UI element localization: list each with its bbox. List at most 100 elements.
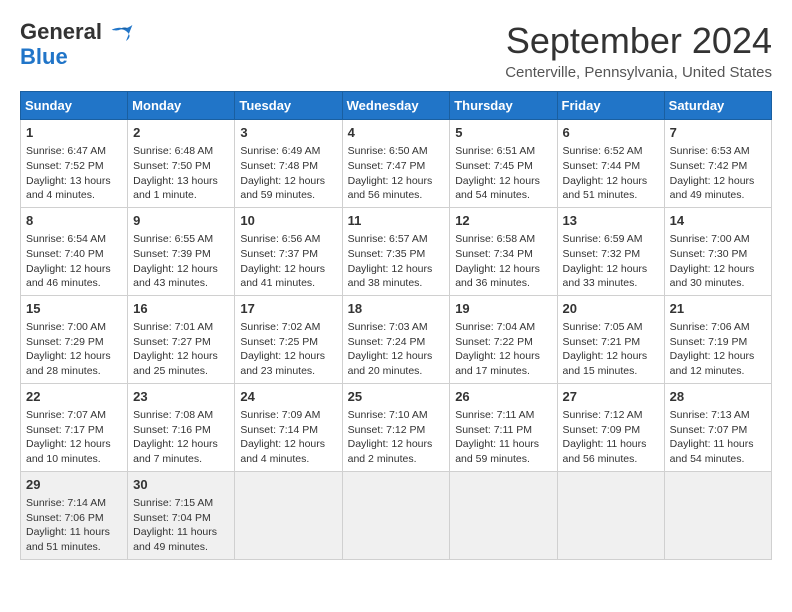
sunrise: Sunrise: 7:14 AM (26, 496, 122, 511)
day-number: 5 (455, 124, 551, 142)
sunrise: Sunrise: 6:56 AM (240, 232, 336, 247)
day-number: 20 (563, 300, 659, 318)
sunset: and 30 minutes. (670, 276, 766, 291)
daylight-hours: Daylight: 12 hours (455, 262, 551, 277)
sunset: Sunset: 7:19 PM (670, 335, 766, 350)
sunset: and 10 minutes. (26, 452, 122, 467)
calendar-week-row: 8Sunrise: 6:54 AMSunset: 7:40 PMDaylight… (21, 207, 772, 295)
daylight-hours: Daylight: 12 hours (348, 262, 445, 277)
day-number: 9 (133, 212, 229, 230)
daylight-hours: Daylight: 12 hours (133, 349, 229, 364)
calendar-cell: 17Sunrise: 7:02 AMSunset: 7:25 PMDayligh… (235, 295, 342, 383)
sunset: and 12 minutes. (670, 364, 766, 379)
sunset: and 23 minutes. (240, 364, 336, 379)
day-number: 28 (670, 388, 766, 406)
day-number: 27 (563, 388, 659, 406)
daylight-hours: Daylight: 12 hours (670, 174, 766, 189)
day-number: 6 (563, 124, 659, 142)
sunrise: Sunrise: 6:48 AM (133, 144, 229, 159)
sunset: Sunset: 7:25 PM (240, 335, 336, 350)
daylight-hours: Daylight: 12 hours (348, 174, 445, 189)
sunset: and 41 minutes. (240, 276, 336, 291)
calendar-cell (235, 471, 342, 559)
calendar-cell: 10Sunrise: 6:56 AMSunset: 7:37 PMDayligh… (235, 207, 342, 295)
sunset: Sunset: 7:30 PM (670, 247, 766, 262)
sunrise: Sunrise: 7:02 AM (240, 320, 336, 335)
sunset: Sunset: 7:42 PM (670, 159, 766, 174)
calendar-cell: 29Sunrise: 7:14 AMSunset: 7:06 PMDayligh… (21, 471, 128, 559)
daylight-hours: Daylight: 12 hours (455, 349, 551, 364)
daylight-hours: Daylight: 12 hours (670, 349, 766, 364)
sunset: Sunset: 7:04 PM (133, 511, 229, 526)
day-number: 25 (348, 388, 445, 406)
sunset: Sunset: 7:07 PM (670, 423, 766, 438)
sunset: Sunset: 7:45 PM (455, 159, 551, 174)
sunrise: Sunrise: 7:00 AM (26, 320, 122, 335)
sunrise: Sunrise: 6:57 AM (348, 232, 445, 247)
sunrise: Sunrise: 6:58 AM (455, 232, 551, 247)
day-number: 16 (133, 300, 229, 318)
sunset: and 49 minutes. (133, 540, 229, 555)
day-number: 21 (670, 300, 766, 318)
calendar-header-thursday: Thursday (450, 92, 557, 120)
sunset: and 2 minutes. (348, 452, 445, 467)
calendar-cell: 2Sunrise: 6:48 AMSunset: 7:50 PMDaylight… (128, 120, 235, 208)
sunset: Sunset: 7:29 PM (26, 335, 122, 350)
sunset: Sunset: 7:39 PM (133, 247, 229, 262)
sunset: Sunset: 7:14 PM (240, 423, 336, 438)
calendar-header-friday: Friday (557, 92, 664, 120)
logo-text: General (20, 20, 134, 44)
calendar-cell (557, 471, 664, 559)
day-number: 23 (133, 388, 229, 406)
day-number: 11 (348, 212, 445, 230)
day-number: 3 (240, 124, 336, 142)
calendar-week-row: 1Sunrise: 6:47 AMSunset: 7:52 PMDaylight… (21, 120, 772, 208)
sunset: Sunset: 7:09 PM (563, 423, 659, 438)
calendar-cell: 25Sunrise: 7:10 AMSunset: 7:12 PMDayligh… (342, 383, 450, 471)
sunset: Sunset: 7:52 PM (26, 159, 122, 174)
calendar-cell: 28Sunrise: 7:13 AMSunset: 7:07 PMDayligh… (664, 383, 771, 471)
calendar-cell (342, 471, 450, 559)
calendar-table: SundayMondayTuesdayWednesdayThursdayFrid… (20, 91, 772, 560)
calendar-cell: 30Sunrise: 7:15 AMSunset: 7:04 PMDayligh… (128, 471, 235, 559)
sunrise: Sunrise: 7:15 AM (133, 496, 229, 511)
sunset: and 17 minutes. (455, 364, 551, 379)
sunrise: Sunrise: 6:53 AM (670, 144, 766, 159)
daylight-hours: Daylight: 12 hours (563, 262, 659, 277)
day-number: 22 (26, 388, 122, 406)
daylight-hours: Daylight: 12 hours (455, 174, 551, 189)
calendar-week-row: 15Sunrise: 7:00 AMSunset: 7:29 PMDayligh… (21, 295, 772, 383)
sunrise: Sunrise: 7:10 AM (348, 408, 445, 423)
calendar-cell: 8Sunrise: 6:54 AMSunset: 7:40 PMDaylight… (21, 207, 128, 295)
sunset: and 4 minutes. (240, 452, 336, 467)
sunset: and 56 minutes. (348, 188, 445, 203)
calendar-cell: 18Sunrise: 7:03 AMSunset: 7:24 PMDayligh… (342, 295, 450, 383)
sunset: and 43 minutes. (133, 276, 229, 291)
daylight-hours: Daylight: 11 hours (455, 437, 551, 452)
calendar-cell: 24Sunrise: 7:09 AMSunset: 7:14 PMDayligh… (235, 383, 342, 471)
daylight-hours: Daylight: 12 hours (240, 437, 336, 452)
sunset: and 59 minutes. (455, 452, 551, 467)
sunset: and 33 minutes. (563, 276, 659, 291)
calendar-cell (664, 471, 771, 559)
calendar-cell: 23Sunrise: 7:08 AMSunset: 7:16 PMDayligh… (128, 383, 235, 471)
sunset: Sunset: 7:47 PM (348, 159, 445, 174)
sunrise: Sunrise: 7:09 AM (240, 408, 336, 423)
daylight-hours: Daylight: 11 hours (670, 437, 766, 452)
daylight-hours: Daylight: 13 hours (133, 174, 229, 189)
sunrise: Sunrise: 7:12 AM (563, 408, 659, 423)
sunset: and 56 minutes. (563, 452, 659, 467)
sunrise: Sunrise: 7:08 AM (133, 408, 229, 423)
daylight-hours: Daylight: 12 hours (348, 349, 445, 364)
sunrise: Sunrise: 7:01 AM (133, 320, 229, 335)
daylight-hours: Daylight: 12 hours (670, 262, 766, 277)
daylight-hours: Daylight: 11 hours (26, 525, 122, 540)
sunset: and 51 minutes. (26, 540, 122, 555)
day-number: 14 (670, 212, 766, 230)
calendar-cell: 15Sunrise: 7:00 AMSunset: 7:29 PMDayligh… (21, 295, 128, 383)
sunrise: Sunrise: 6:55 AM (133, 232, 229, 247)
day-number: 19 (455, 300, 551, 318)
sunset: and 20 minutes. (348, 364, 445, 379)
day-number: 26 (455, 388, 551, 406)
calendar-cell: 1Sunrise: 6:47 AMSunset: 7:52 PMDaylight… (21, 120, 128, 208)
